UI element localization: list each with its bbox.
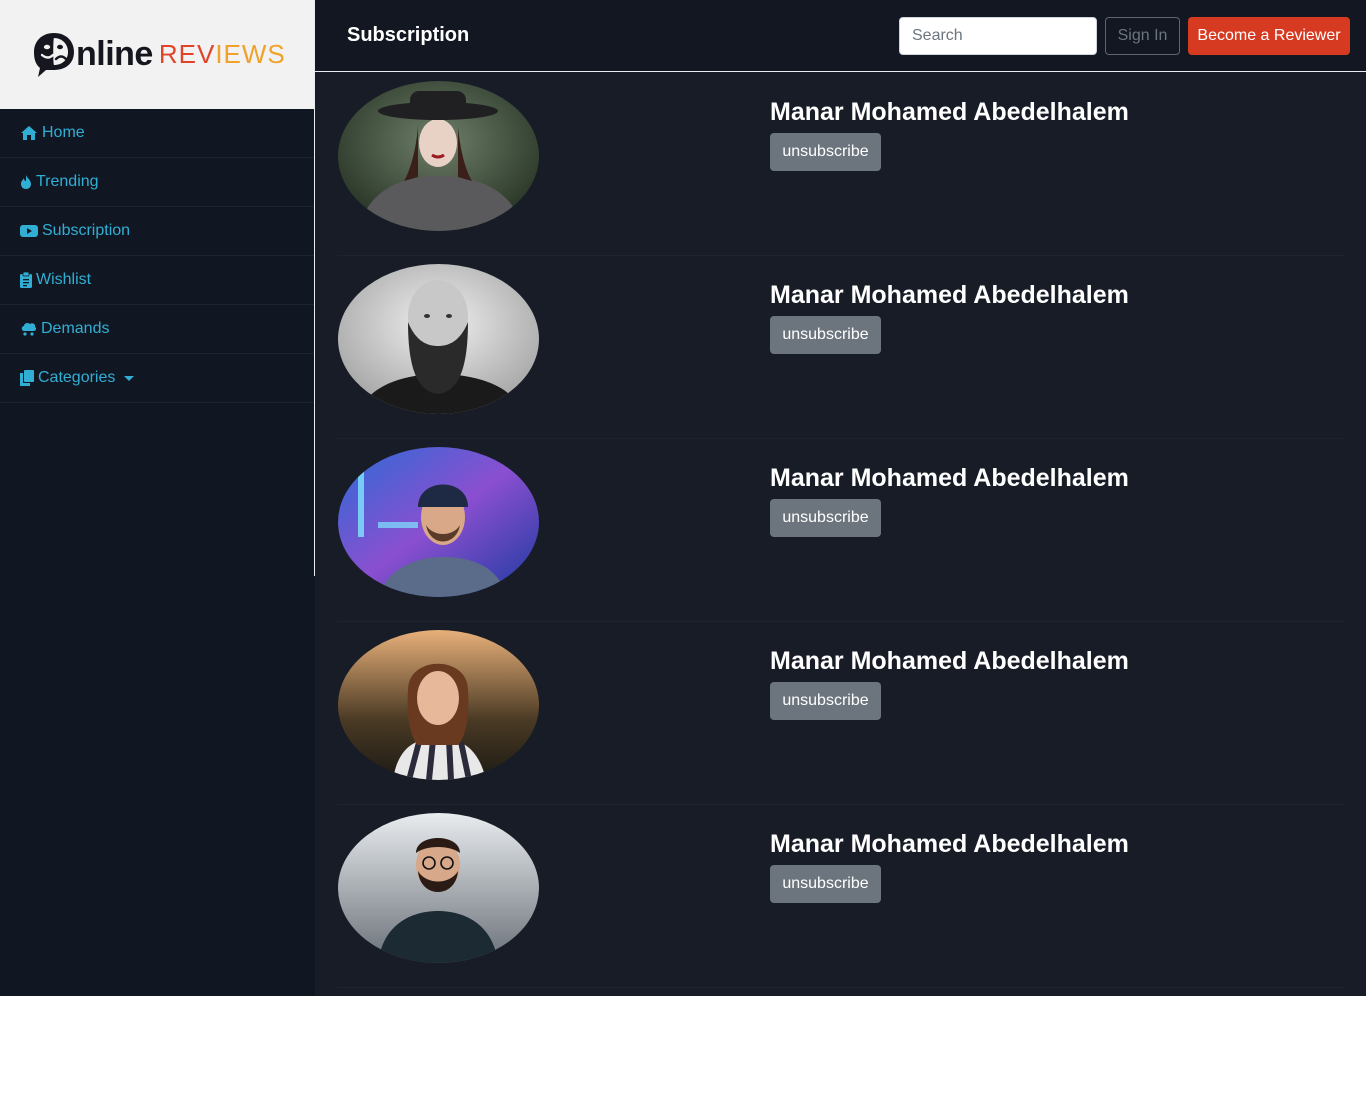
avatar[interactable] xyxy=(338,630,539,780)
app-shell: nline REVIEWS Home Trending Subscription… xyxy=(0,0,1366,996)
page-title: Subscription xyxy=(347,24,470,46)
sign-in-button[interactable]: Sign In xyxy=(1105,17,1180,55)
logo-mask-icon xyxy=(34,33,74,77)
sidebar: nline REVIEWS Home Trending Subscription… xyxy=(0,0,315,996)
search-input[interactable] xyxy=(899,17,1097,55)
sidebar-item-label: Demands xyxy=(41,320,110,337)
sidebar-item-label: Categories xyxy=(38,369,116,386)
fire-icon xyxy=(21,175,31,189)
avatar[interactable] xyxy=(338,264,539,414)
demands-icon xyxy=(21,322,37,336)
unsubscribe-button[interactable]: unsubscribe xyxy=(770,682,881,720)
subscription-card: Manar Mohamed Abedelhalem unsubscribe xyxy=(337,73,1345,256)
logo[interactable]: nline REVIEWS xyxy=(0,0,314,109)
sidebar-item-label: Subscription xyxy=(42,222,131,239)
logo-text-accent-2: IEWS xyxy=(215,38,286,69)
unsubscribe-button[interactable]: unsubscribe xyxy=(770,865,881,903)
subscription-card: Manar Mohamed Abedelhalem unsubscribe xyxy=(337,805,1345,988)
subscription-card: Manar Mohamed Abedelhalem unsubscribe xyxy=(337,256,1345,439)
home-icon xyxy=(21,126,37,140)
avatar[interactable] xyxy=(338,81,539,231)
sidebar-item-label: Trending xyxy=(36,173,99,190)
chevron-down-icon xyxy=(124,375,135,381)
copy-icon xyxy=(20,370,34,386)
man-in-beanie-neon-avatar-icon xyxy=(338,447,539,597)
sidebar-item-demands[interactable]: Demands xyxy=(0,305,314,354)
sidebar-divider xyxy=(314,0,315,576)
subscription-list: Manar Mohamed Abedelhalem unsubscribe Ma… xyxy=(337,73,1345,988)
bearded-man-avatar-icon xyxy=(338,264,539,414)
reviewer-name[interactable]: Manar Mohamed Abedelhalem xyxy=(770,647,1129,676)
become-reviewer-button[interactable]: Become a Reviewer xyxy=(1188,17,1350,55)
sidebar-nav: Home Trending Subscription Wishlist Dema… xyxy=(0,109,314,403)
top-navbar: Subscription Sign In Become a Reviewer xyxy=(315,0,1366,72)
unsubscribe-button[interactable]: unsubscribe xyxy=(770,316,881,354)
logo-text-accent: REVIEWS xyxy=(159,39,286,70)
reviewer-name[interactable]: Manar Mohamed Abedelhalem xyxy=(770,98,1129,127)
reviewer-name[interactable]: Manar Mohamed Abedelhalem xyxy=(770,281,1129,310)
avatar[interactable] xyxy=(338,813,539,963)
logo-wordmark: nline REVIEWS xyxy=(76,30,286,78)
sidebar-item-trending[interactable]: Trending xyxy=(0,158,314,207)
logo-text-main: nline xyxy=(76,34,153,73)
clipboard-icon xyxy=(20,272,32,288)
youtube-icon xyxy=(20,225,38,237)
sidebar-item-subscription[interactable]: Subscription xyxy=(0,207,314,256)
subscription-card: Manar Mohamed Abedelhalem unsubscribe xyxy=(337,439,1345,622)
unsubscribe-button[interactable]: unsubscribe xyxy=(770,499,881,537)
sidebar-item-label: Wishlist xyxy=(36,271,92,288)
reviewer-name[interactable]: Manar Mohamed Abedelhalem xyxy=(770,830,1129,859)
unsubscribe-button[interactable]: unsubscribe xyxy=(770,133,881,171)
avatar[interactable] xyxy=(338,447,539,597)
subscription-card: Manar Mohamed Abedelhalem unsubscribe xyxy=(337,622,1345,805)
woman-striped-shirt-avatar-icon xyxy=(338,630,539,780)
man-with-glasses-avatar-icon xyxy=(338,813,539,963)
sidebar-item-categories[interactable]: Categories xyxy=(0,354,314,403)
sidebar-item-wishlist[interactable]: Wishlist xyxy=(0,256,314,305)
sidebar-item-home[interactable]: Home xyxy=(0,109,314,158)
sidebar-item-label: Home xyxy=(42,124,85,141)
reviewer-name[interactable]: Manar Mohamed Abedelhalem xyxy=(770,464,1129,493)
woman-in-hat-avatar-icon xyxy=(338,81,539,231)
logo-text-accent-1: REV xyxy=(158,38,216,69)
